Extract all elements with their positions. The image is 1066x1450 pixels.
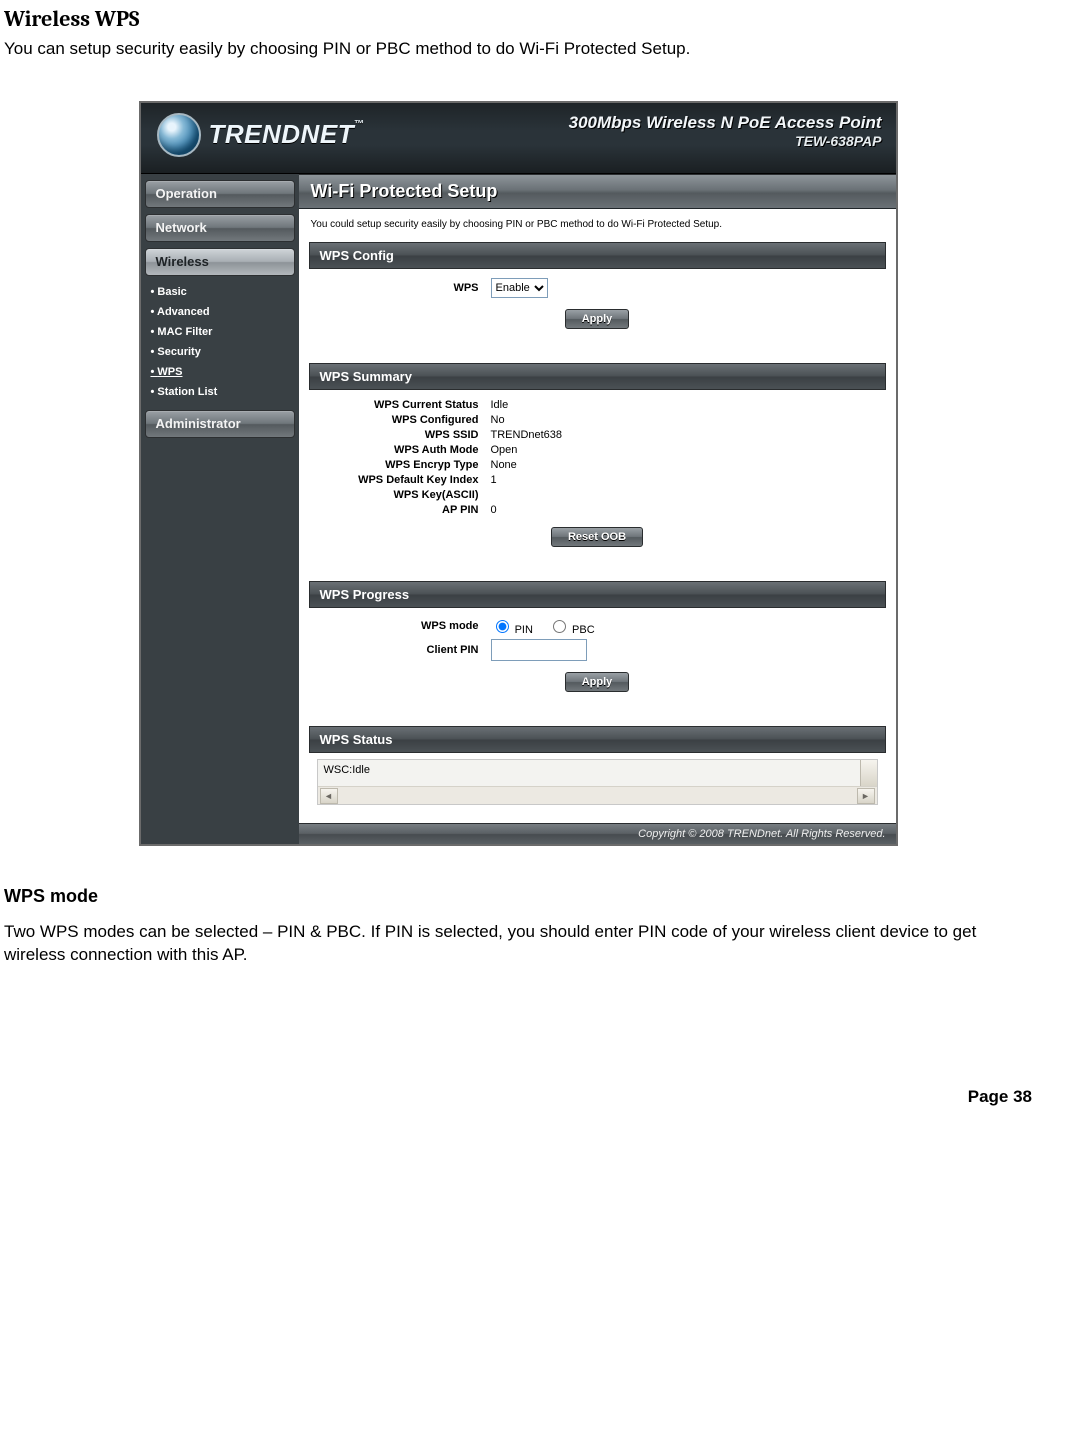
panel-wps-config: WPS Config WPS Enable [309,242,886,345]
subnav-wps-label: WPS [157,366,182,378]
subnav-security-label: Security [157,346,200,358]
radio-pbc-wrap[interactable]: PBC [548,624,595,636]
nav-network[interactable]: Network [145,214,295,242]
val-def-key-idx: 1 [489,474,886,486]
lbl-key-ascii: WPS Key(ASCII) [309,489,489,501]
val-auth-mode: Open [489,444,886,456]
val-current-status: Idle [489,399,886,411]
subnav-mac-label: MAC Filter [157,326,212,338]
wireless-subnav: • Basic • Advanced • MAC Filter • Securi… [147,282,293,402]
subnav-security[interactable]: • Security [147,342,293,362]
input-client-pin[interactable] [491,639,587,661]
nav-administrator[interactable]: Administrator [145,410,295,438]
brand-logo: TRENDNET™ [157,113,365,157]
lbl-auth-mode: WPS Auth Mode [309,444,489,456]
lbl-configured: WPS Configured [309,414,489,426]
panel-wps-progress-title: WPS Progress [309,581,886,608]
product-title: 300Mbps Wireless N PoE Access Point [569,113,882,133]
subnav-station-list[interactable]: • Station List [147,382,293,402]
scroll-left-icon[interactable]: ◄ [320,788,338,804]
panel-wps-summary: WPS Summary WPS Current StatusIdle WPS C… [309,363,886,563]
val-configured: No [489,414,886,426]
page-title: Wi-Fi Protected Setup [299,174,896,209]
panel-wps-progress: WPS Progress WPS mode PIN PBC Client P [309,581,886,708]
reset-oob-button[interactable]: Reset OOB [551,527,643,547]
radio-pbc[interactable] [553,620,566,633]
globe-icon [157,113,201,157]
scrollbar-vertical[interactable] [860,760,877,786]
nav-wireless[interactable]: Wireless [145,248,295,276]
lbl-current-status: WPS Current Status [309,399,489,411]
radio-pin-wrap[interactable]: PIN [491,624,533,636]
radio-pin[interactable] [496,620,509,633]
lbl-def-key-idx: WPS Default Key Index [309,474,489,486]
scrollbar-horizontal[interactable]: ◄ ► [318,786,877,805]
panel-wps-status-title: WPS Status [309,726,886,753]
subnav-basic[interactable]: • Basic [147,282,293,302]
subnav-wps[interactable]: • WPS [147,362,293,382]
router-screenshot: TRENDNET™ 300Mbps Wireless N PoE Access … [139,101,898,846]
brand-name: TRENDNET [209,119,355,149]
val-ssid: TRENDnet638 [489,429,886,441]
footer-copyright: Copyright © 2008 TRENDnet. All Rights Re… [299,823,896,844]
val-ap-pin: 0 [489,504,886,516]
lbl-ssid: WPS SSID [309,429,489,441]
brand-text: TRENDNET™ [209,119,365,150]
status-textarea[interactable]: WSC:Idle ◄ ► [317,759,878,805]
page-intro-small: You could setup security easily by choos… [311,219,886,230]
apply-button-progress[interactable]: Apply [565,672,630,692]
product-model: TEW-638PAP [569,133,882,149]
status-text: WSC:Idle [318,760,877,786]
lbl-wps-mode: WPS mode [309,620,489,632]
doc-intro: You can setup security easily by choosin… [4,38,1036,61]
apply-button-config[interactable]: Apply [565,309,630,329]
panel-wps-status: WPS Status WSC:Idle ◄ ► [309,726,886,811]
subnav-mac-filter[interactable]: • MAC Filter [147,322,293,342]
panel-wps-summary-title: WPS Summary [309,363,886,390]
sidebar: Operation Network Wireless • Basic • Adv… [141,174,299,444]
panel-wps-config-title: WPS Config [309,242,886,269]
select-wps-enable[interactable]: Enable [491,278,548,298]
header-bar: TRENDNET™ 300Mbps Wireless N PoE Access … [141,103,896,174]
label-wps: WPS [309,282,489,294]
radio-pbc-label: PBC [572,624,595,636]
scroll-right-icon[interactable]: ► [857,788,875,804]
subnav-advanced[interactable]: • Advanced [147,302,293,322]
subnav-basic-label: Basic [157,286,186,298]
lbl-ap-pin: AP PIN [309,504,489,516]
radio-pin-label: PIN [515,624,533,636]
doc-heading: Wireless WPS [4,6,1036,32]
subnav-station-label: Station List [157,386,217,398]
subnav-advanced-label: Advanced [157,306,210,318]
doc-subtext: Two WPS modes can be selected – PIN & PB… [4,921,1036,967]
lbl-encryp-type: WPS Encryp Type [309,459,489,471]
nav-operation[interactable]: Operation [145,180,295,208]
doc-subheading: WPS mode [4,886,1036,907]
lbl-client-pin: Client PIN [309,644,489,656]
page-number: Page 38 [0,1087,1036,1107]
val-encryp-type: None [489,459,886,471]
